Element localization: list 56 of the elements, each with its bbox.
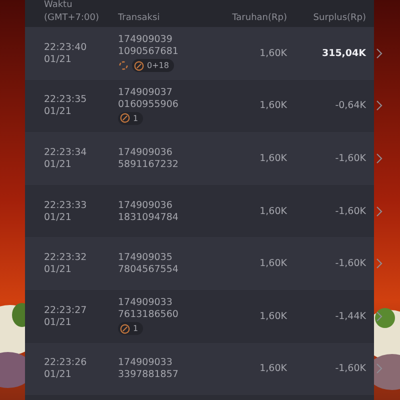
transaction-id: 174909037 (118, 86, 174, 98)
feature-badge: 1 (118, 112, 144, 125)
column-header: (GMT+7:00) (44, 13, 100, 23)
refresh-icon (118, 60, 129, 72)
surplus-amount: -0,64K (334, 100, 366, 112)
transaction-id: 5891167232 (118, 158, 180, 170)
time-text: 22:23:32 (44, 252, 88, 264)
transaction-id: 174909039 (118, 34, 174, 46)
bet-amount: 1,60K (258, 258, 287, 270)
transaction-id: 7613186560 (118, 309, 180, 320)
date-text: 01/21 (44, 264, 72, 276)
transaction-id: 174909036 (118, 200, 174, 211)
column-header: Surplus(Rp) (312, 13, 366, 23)
bet-amount: 1,60K (258, 206, 287, 217)
column-header: Waktu (44, 0, 74, 10)
feature-badge: 0+18 (132, 59, 174, 72)
time-text: 22:23:35 (44, 94, 88, 106)
chevron-right-icon[interactable] (376, 206, 383, 217)
transaction-id: 7804567554 (118, 264, 180, 276)
time-text: 22:23:33 (44, 200, 88, 211)
time-text: 22:23:26 (44, 357, 88, 368)
bet-amount: 1,60K (258, 48, 287, 59)
transaction-id: 174909036 (118, 146, 174, 158)
surplus-amount: -1,60K (334, 258, 366, 270)
surplus-amount: 315,04K (320, 48, 366, 59)
date-text: 01/21 (44, 54, 72, 65)
surplus-amount: -1,60K (334, 152, 366, 164)
time-text: 22:23:40 (44, 42, 88, 53)
surplus-amount: -1,60K (334, 206, 366, 217)
transaction-id: 174909033 (118, 297, 174, 308)
column-header: Transaksi (118, 13, 161, 23)
bet-amount: 1,60K (258, 310, 287, 322)
transaction-id: 174909033 (118, 357, 174, 368)
surplus-amount: -1,44K (334, 310, 366, 322)
transaction-id: 1090567681 (118, 46, 180, 58)
time-text: 22:23:34 (44, 146, 88, 158)
bet-amount: 1,60K (258, 100, 287, 112)
date-text: 01/21 (44, 212, 72, 223)
chevron-right-icon[interactable] (376, 258, 383, 270)
column-header: Taruhan(Rp) (231, 13, 287, 23)
bet-amount: 1,60K (258, 363, 287, 374)
bet-amount: 1,60K (258, 152, 287, 164)
date-text: 01/21 (44, 106, 72, 118)
date-text: 01/21 (44, 369, 72, 380)
surplus-amount: -1,60K (334, 363, 366, 374)
chevron-right-icon[interactable] (376, 48, 383, 59)
feature-badge: 1 (118, 322, 144, 336)
transaction-id: 1831094784 (118, 212, 180, 223)
date-text: 01/21 (44, 316, 72, 328)
date-text: 01/21 (44, 158, 72, 170)
time-text: 22:23:27 (44, 304, 88, 316)
transaction-id: 3397881857 (118, 369, 180, 380)
transaction-id: 174909035 (118, 252, 174, 264)
chevron-right-icon[interactable] (376, 152, 383, 164)
transaction-id: 0160955906 (118, 98, 180, 110)
chevron-right-icon[interactable] (376, 100, 383, 112)
